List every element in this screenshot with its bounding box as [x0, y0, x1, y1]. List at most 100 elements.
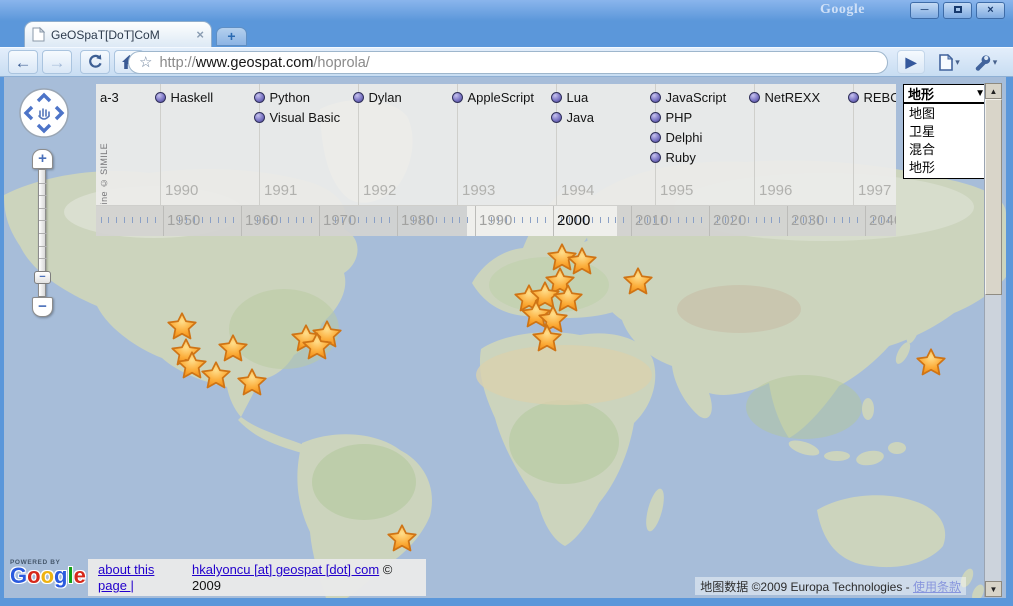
page-favicon-icon	[32, 27, 45, 42]
timeline-event[interactable]: PHP	[650, 110, 693, 124]
timeline-minor-tick	[530, 217, 531, 223]
timeline-minor-tick	[381, 217, 382, 223]
timeline-event[interactable]: JavaScript	[650, 90, 727, 104]
copyright-mark: ©	[383, 562, 393, 577]
map-type-select[interactable]: 地形 ▼	[903, 84, 990, 103]
page-menu-button[interactable]: ▾	[933, 50, 965, 74]
zoom-tick	[39, 258, 47, 259]
timeline-event[interactable]: Java	[551, 110, 594, 124]
timeline-year-label: 1991	[264, 182, 297, 199]
email-link[interactable]: hkalyoncu [at] geospat [dot] com	[192, 562, 379, 577]
map-type-option[interactable]: 卫星	[904, 123, 989, 141]
timeline-band-decades[interactable]: 1950196019701980199020002010202020302040	[96, 206, 896, 236]
minimize-button[interactable]: ─	[910, 2, 939, 19]
tab-title: GeOSpaT[DoT]CoM	[51, 28, 190, 42]
forward-icon: →	[49, 54, 66, 71]
map-type-option[interactable]: 地形	[904, 159, 989, 177]
map-marker-star-icon[interactable]	[218, 333, 248, 363]
timeline-event[interactable]: Ruby	[650, 150, 696, 164]
maximize-button[interactable]	[943, 2, 972, 19]
scroll-up-button[interactable]: ▲	[985, 83, 1002, 99]
zoom-tick	[39, 208, 47, 209]
timeline-event[interactable]: REBOL	[848, 90, 897, 104]
zoom-handle[interactable]: −	[34, 271, 51, 284]
timeline-minor-tick	[436, 217, 437, 223]
close-button[interactable]: ×	[976, 2, 1005, 19]
timeline-decade-gridline	[709, 206, 710, 236]
forward-button[interactable]: →	[42, 50, 72, 74]
map-marker-star-icon[interactable]	[201, 360, 231, 390]
new-tab-button[interactable]: +	[216, 27, 247, 46]
timeline-minor-tick	[514, 217, 515, 223]
bookmark-star-icon[interactable]: ☆	[139, 55, 152, 70]
timeline-minor-tick	[210, 217, 211, 223]
window-brand: Google	[820, 2, 865, 18]
tools-menu-button[interactable]: ▾	[968, 50, 1002, 74]
timeline-partial-label: a-3	[100, 90, 119, 105]
map-marker-star-icon[interactable]	[623, 266, 653, 296]
timeline-decade-gridline	[241, 206, 242, 236]
timeline-minor-tick	[452, 217, 453, 223]
reload-button[interactable]	[80, 50, 110, 74]
map-marker-star-icon[interactable]	[387, 523, 417, 553]
map-marker-star-icon[interactable]	[302, 331, 332, 361]
event-dot-icon	[155, 92, 166, 103]
google-logo-letter: g	[54, 563, 67, 588]
timeline-decade-label: 1960	[245, 212, 278, 229]
timeline-minor-tick	[764, 217, 765, 223]
vertical-scrollbar[interactable]: ▲ ▼	[984, 83, 1001, 597]
map-marker-star-icon[interactable]	[532, 323, 562, 353]
zoom-out-button[interactable]: −	[32, 297, 53, 317]
google-maps-logo[interactable]: POWERED BY Google	[10, 559, 88, 586]
timeline-decade-gridline	[865, 206, 866, 236]
timeline-minor-tick	[701, 217, 702, 223]
timeline-minor-tick	[748, 217, 749, 223]
timeline-event[interactable]: Python	[254, 90, 310, 104]
map-type-option[interactable]: 混合	[904, 141, 989, 159]
terms-link[interactable]: 使用条款	[913, 580, 961, 594]
map-type-option[interactable]: 地图	[904, 105, 989, 123]
back-button[interactable]: ←	[8, 50, 38, 74]
minus-icon: −	[38, 298, 47, 315]
tab-geospat[interactable]: GeOSpaT[DoT]CoM ×	[24, 21, 212, 47]
timeline-decade-label: 2020	[713, 212, 746, 229]
timeline-minor-tick	[311, 217, 312, 223]
timeline-event[interactable]: Delphi	[650, 130, 703, 144]
google-logo: Google	[10, 566, 88, 586]
google-logo-letter: e	[74, 563, 86, 588]
timeline-event[interactable]: Dylan	[353, 90, 402, 104]
address-bar[interactable]: ☆ http://www.geospat.com/hoprola/	[128, 51, 888, 74]
timeline-minor-tick	[101, 217, 102, 223]
timeline-event[interactable]: Haskell	[155, 90, 214, 104]
timeline-decade-gridline	[475, 206, 476, 236]
attribution-text: 地图数据 ©2009 Europa Technologies -	[700, 580, 913, 594]
scrollbar-thumb[interactable]	[985, 99, 1002, 295]
timeline-decade-label: 2010	[635, 212, 668, 229]
go-button[interactable]: ▶	[897, 50, 925, 74]
map-marker-star-icon[interactable]	[916, 347, 946, 377]
about-page-link[interactable]: about this page |	[98, 562, 154, 593]
scroll-down-icon: ▼	[990, 585, 998, 594]
timeline-minor-tick	[202, 217, 203, 223]
timeline-event[interactable]: Visual Basic	[254, 110, 341, 124]
tab-close-icon[interactable]: ×	[196, 29, 204, 41]
simile-credit: Timeline © SIMILE	[99, 118, 109, 206]
timeline-decade-label: 1970	[323, 212, 356, 229]
event-label: JavaScript	[666, 90, 727, 105]
timeline-year-label: 1992	[363, 182, 396, 199]
copyright-year: 2009	[192, 578, 221, 593]
timeline-band-languages[interactable]: a-3 Timeline © SIMILE 199019911992199319…	[96, 84, 896, 206]
zoom-in-button[interactable]: +	[32, 149, 53, 169]
map-marker-star-icon[interactable]	[237, 367, 267, 397]
timeline-decade-gridline	[553, 206, 554, 236]
event-dot-icon	[254, 112, 265, 123]
timeline-event[interactable]: Lua	[551, 90, 589, 104]
event-dot-icon	[551, 112, 562, 123]
event-dot-icon	[254, 92, 265, 103]
timeline-decade-label: 1950	[167, 212, 200, 229]
timeline-event[interactable]: NetREXX	[749, 90, 821, 104]
tab-strip: GeOSpaT[DoT]CoM × +	[0, 19, 1013, 47]
map-pan-control[interactable]	[18, 87, 70, 139]
scroll-down-button[interactable]: ▼	[985, 581, 1002, 597]
timeline-event[interactable]: AppleScript	[452, 90, 534, 104]
